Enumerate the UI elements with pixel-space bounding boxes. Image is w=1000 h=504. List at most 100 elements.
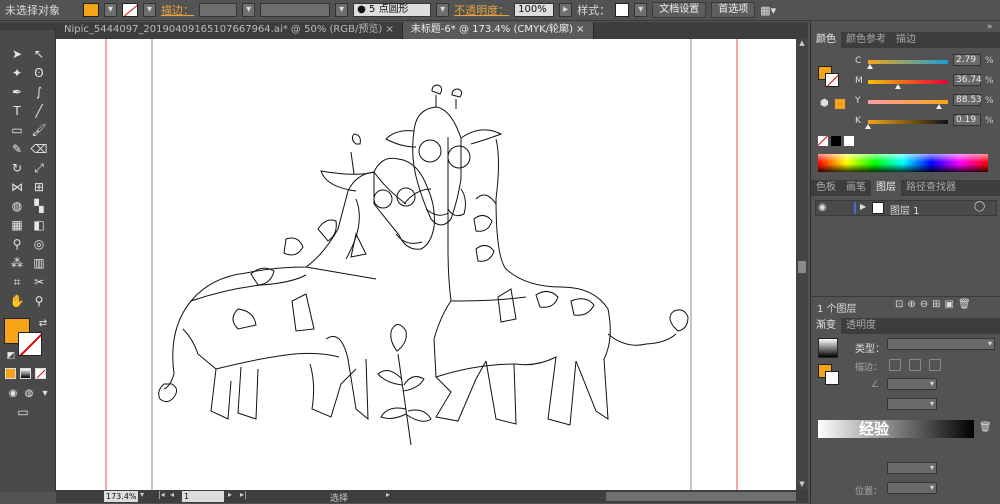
tab-untitled-6[interactable]: 未标题-6* @ 173.4% (CMYK/轮廓) × (402, 22, 594, 39)
gradient-slider-bar[interactable] (818, 420, 974, 438)
aspect-field[interactable]: ▾ (887, 398, 937, 410)
screen-mode-icon[interactable]: ▭ (14, 404, 32, 420)
none-swatch[interactable] (818, 136, 828, 146)
gradient-tool-icon[interactable]: ◧ (30, 217, 48, 233)
slider-m-thumb[interactable] (894, 84, 901, 89)
tab-layers[interactable]: 图层 (871, 180, 901, 196)
blend-tool-icon[interactable]: ◎ (30, 236, 48, 252)
free-transform-icon[interactable]: ⊞ (30, 179, 48, 195)
slider-k[interactable] (865, 120, 948, 129)
opacity-arrow-icon[interactable]: ▸ (559, 3, 573, 17)
value-c[interactable]: 2.79 (953, 54, 981, 66)
perspective-icon[interactable]: ▚ (30, 198, 48, 214)
out-of-gamut-icon[interactable]: ⬢ (820, 98, 829, 109)
zoom-tool-icon[interactable]: ⚲ (30, 293, 48, 309)
panel-collapse-icon[interactable]: » (987, 22, 993, 32)
stroke-option-icon[interactable] (909, 359, 921, 371)
scale-icon[interactable]: ⤢ (30, 160, 48, 176)
stroke-dropdown-icon[interactable]: ▾ (143, 3, 157, 17)
scroll-down-icon[interactable]: ▼ (796, 480, 808, 490)
close-icon[interactable]: × (385, 24, 393, 35)
stroke-option-icon[interactable] (929, 359, 941, 371)
vertical-scrollbar[interactable]: ▲ ▼ (796, 39, 808, 490)
slice-tool-icon[interactable]: ✂ (30, 274, 48, 290)
slider-y[interactable] (868, 100, 948, 109)
none-mode-icon[interactable] (35, 368, 46, 379)
horizontal-scroll-thumb[interactable] (606, 492, 796, 501)
hand-tool-icon[interactable]: ✋ (8, 293, 26, 309)
eyedropper-icon[interactable]: ⚲ (8, 236, 26, 252)
brush-dropdown-icon[interactable]: ▾ (436, 3, 450, 17)
fill-swatch[interactable] (83, 3, 99, 17)
stroke-label[interactable]: 描边： (161, 2, 194, 18)
selection-tool-icon[interactable]: ➤ (8, 46, 26, 62)
position-field[interactable]: ▾ (887, 482, 937, 494)
slider-m[interactable] (868, 80, 948, 89)
artboard-number-field[interactable]: 1 (182, 491, 224, 502)
pencil-icon[interactable]: ✎ (8, 141, 26, 157)
tab-stroke[interactable]: 描边 (891, 32, 921, 48)
pen-tool-icon[interactable]: ✒ (8, 84, 26, 100)
gradient-type-select[interactable]: ▾ (887, 338, 995, 350)
color-mode-icon[interactable] (5, 368, 16, 379)
curvature-icon[interactable]: ∫ (30, 84, 48, 100)
stroke-none-swatch[interactable] (122, 3, 139, 17)
layer-name[interactable]: 图层 1 (890, 202, 920, 217)
next-artboard-icon[interactable]: ▸ (228, 490, 232, 499)
zoom-field[interactable]: 173.4% (104, 491, 138, 502)
status-arrow-icon[interactable]: ▸ (386, 490, 390, 499)
eye-icon[interactable]: ◉ (818, 202, 827, 213)
stroke-color-box[interactable] (18, 332, 42, 356)
gradient-preview[interactable] (818, 338, 838, 358)
lasso-icon[interactable]: ʘ (30, 65, 48, 81)
paintbrush-icon[interactable]: 🖌 (30, 122, 48, 138)
variable-width-dropdown-icon[interactable]: ▾ (335, 3, 349, 17)
arrange-icon[interactable]: ▦▾ (760, 4, 776, 17)
default-colors-icon[interactable]: ◩ (2, 348, 20, 364)
tab-pathfinder[interactable]: 路径查找器 (901, 180, 961, 196)
stroke-weight-dropdown-icon[interactable]: ▾ (242, 3, 256, 17)
slider-c[interactable] (867, 60, 948, 69)
graph-tool-icon[interactable]: ▥ (30, 255, 48, 271)
prev-artboard-icon[interactable]: ◂ (170, 490, 174, 499)
panel-stroke-swatch[interactable] (825, 73, 839, 87)
mesh-tool-icon[interactable]: ▦ (8, 217, 26, 233)
direct-selection-icon[interactable]: ↖ (30, 46, 48, 62)
artboard-tool-icon[interactable]: ⌗ (8, 274, 26, 290)
opacity-field[interactable]: ▾ (887, 462, 937, 474)
slider-k-thumb[interactable] (865, 124, 871, 129)
layer-row[interactable]: ◉ ▶ 图层 1 ◯ (815, 200, 997, 217)
value-m[interactable]: 36.74 (953, 74, 982, 86)
rectangle-tool-icon[interactable]: ▭ (8, 122, 26, 138)
type-tool-icon[interactable]: T (8, 103, 26, 119)
tools-grip[interactable] (0, 22, 56, 30)
style-dropdown-icon[interactable]: ▾ (634, 3, 648, 17)
opacity-field[interactable]: 100% (514, 3, 555, 17)
tab-gradient[interactable]: 渐变 (811, 318, 841, 334)
tab-transparency[interactable]: 透明度 (841, 318, 881, 334)
value-k[interactable]: 0.19 (953, 114, 981, 126)
color-spectrum[interactable] (818, 154, 988, 172)
symbol-sprayer-icon[interactable]: ⁂ (8, 255, 26, 271)
tab-swatches[interactable]: 色板 (811, 180, 841, 196)
draw-inside-icon[interactable]: ▾ (36, 386, 54, 402)
swap-colors-icon[interactable]: ⇄ (34, 316, 52, 332)
stroke-weight-field[interactable] (199, 3, 238, 17)
tab-nipic[interactable]: Nipic_5444097_20190409165107667964.ai* @… (56, 22, 403, 39)
close-icon[interactable]: × (576, 24, 584, 35)
angle-field[interactable]: ▾ (887, 378, 937, 390)
slider-c-thumb[interactable] (867, 64, 874, 69)
shape-builder-icon[interactable]: ◍ (8, 198, 26, 214)
target-icon[interactable]: ◯ (974, 201, 985, 212)
last-artboard-icon[interactable]: ▸| (240, 490, 247, 499)
eraser-icon[interactable]: ⌫ (30, 141, 48, 157)
layer-actions-icon[interactable]: ⊡⊕⊖⊞▣🗑 (895, 299, 975, 310)
white-swatch[interactable] (844, 136, 854, 146)
artboard-canvas[interactable] (56, 39, 796, 490)
first-artboard-icon[interactable]: |◂ (158, 490, 165, 499)
magic-wand-icon[interactable]: ✦ (8, 65, 26, 81)
scroll-up-icon[interactable]: ▲ (796, 39, 808, 49)
slider-y-thumb[interactable] (936, 104, 943, 109)
scroll-thumb[interactable] (798, 261, 806, 273)
zoom-dropdown-icon[interactable]: ▾ (140, 490, 144, 499)
